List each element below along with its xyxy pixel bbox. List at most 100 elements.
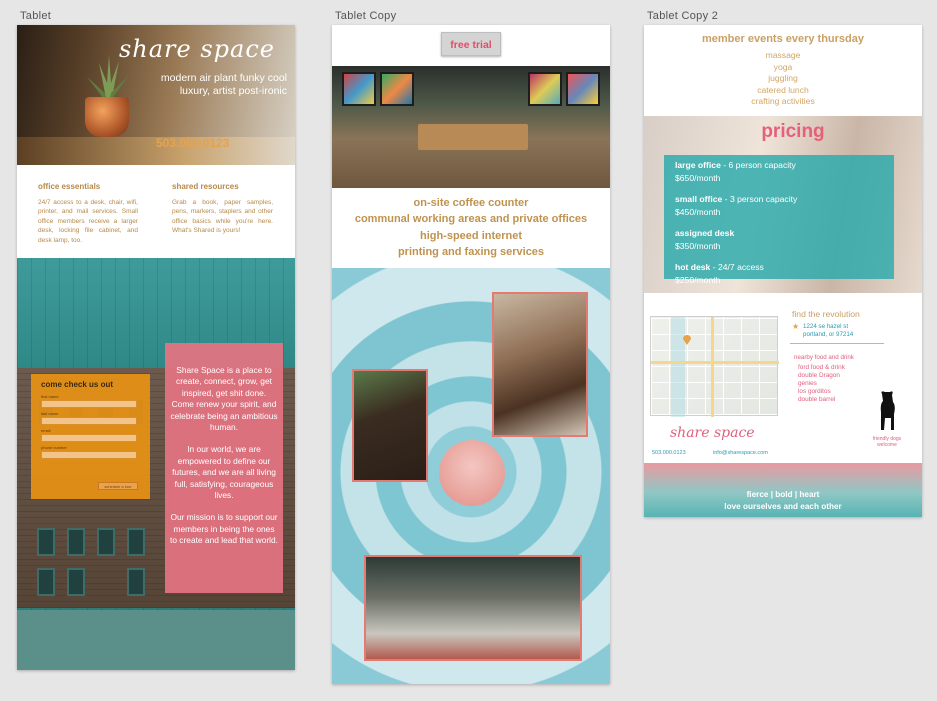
pricing-tier: assigned desk $350/month — [675, 227, 883, 253]
field-label: first name — [41, 394, 59, 399]
location-map[interactable] — [650, 316, 779, 417]
artboard-tablet-copy-2[interactable]: member events every thursday massage yog… — [644, 25, 922, 517]
event-item: massage — [765, 50, 801, 60]
schedule-tour-button[interactable]: schedule a tour — [98, 482, 138, 490]
field-label: last name — [41, 411, 59, 416]
map-road — [651, 361, 779, 364]
artboard-label-tablet-copy-2[interactable]: Tablet Copy 2 — [647, 10, 718, 22]
tier-price: $250/month — [675, 275, 721, 285]
map-pin-icon — [683, 335, 691, 345]
footer-logo[interactable]: share space — [670, 425, 755, 441]
office-photo — [332, 66, 610, 188]
conference-table — [418, 124, 528, 150]
wall-art — [528, 72, 562, 106]
tunnel-background — [332, 268, 610, 684]
tunnel-center — [439, 440, 505, 506]
tier-desc: 24/7 access — [717, 262, 764, 272]
wall-art — [566, 72, 600, 106]
pot-image — [85, 97, 129, 137]
footer-email[interactable]: info@sharespace.com — [713, 450, 768, 456]
pricing-title: pricing — [761, 121, 825, 142]
shared-resources-body: Grab a book, paper samples, pens, marker… — [172, 198, 273, 235]
free-trial-button[interactable]: free trial — [441, 32, 501, 56]
window — [127, 528, 145, 556]
phone-input[interactable] — [41, 451, 137, 459]
tagline: modern air plant funky cool luxury, arti… — [160, 72, 287, 97]
shared-resources-title: shared resources — [172, 182, 239, 191]
nearby-item[interactable]: genies — [798, 380, 845, 388]
wall-art — [342, 72, 376, 106]
field-label: email — [41, 428, 51, 433]
mission-statement: Share Space is a place to create, connec… — [165, 343, 283, 593]
artboard-label-tablet-copy[interactable]: Tablet Copy — [335, 10, 396, 22]
worker-photo — [492, 292, 588, 437]
tier-name: assigned desk — [675, 228, 735, 238]
tier-price: $650/month — [675, 173, 721, 183]
logo[interactable]: share space — [119, 35, 275, 63]
events-list: massage yoga juggling catered lunch craf… — [644, 50, 922, 108]
phone-number[interactable]: 503.000.0123 — [156, 136, 229, 150]
artboard-tablet-copy[interactable]: free trial on-site coffee counter commun… — [332, 25, 610, 684]
amenity-item: printing and faxing services — [397, 245, 545, 258]
mission-paragraph: In our world, we are empowered to define… — [172, 444, 276, 501]
nearby-item[interactable]: ford food & drink — [798, 364, 845, 372]
nearby-list: ford food & drink double Dragon genies l… — [798, 364, 845, 404]
pricing-box: large office - 6 person capacity $650/mo… — [664, 155, 894, 285]
mission-paragraph: Share Space is a place to create, connec… — [170, 365, 278, 433]
dogs-welcome-text: friendly dogs welcome — [864, 436, 910, 448]
artboard-label-tablet[interactable]: Tablet — [20, 10, 51, 22]
event-item: catered lunch — [757, 84, 809, 95]
tier-name: small office — [675, 194, 723, 204]
mission-paragraph: Our mission is to support our members in… — [170, 512, 279, 546]
amenity-item: on-site coffee counter — [413, 197, 529, 209]
window — [37, 528, 55, 556]
nearby-title: nearby food and drink — [794, 354, 854, 361]
address-line: portland, or 97214 — [803, 331, 854, 338]
window — [67, 528, 85, 556]
coffee-photo — [352, 369, 428, 482]
tier-price: $350/month — [675, 241, 721, 251]
footer-line: fierce | bold | heart — [746, 490, 820, 499]
amenity-item: high-speed internet — [419, 229, 523, 242]
nearby-item[interactable]: double Dragon — [798, 372, 845, 380]
first-name-input[interactable] — [41, 400, 137, 408]
window — [37, 568, 55, 596]
tier-desc: 3 person capacity — [729, 194, 798, 204]
pricing-tier: hot desk - 24/7 access $250/month — [675, 262, 764, 285]
dogs-line: welcome — [877, 442, 897, 448]
lounge-photo — [364, 555, 582, 661]
window — [67, 568, 85, 596]
find-title: find the revolution — [792, 309, 860, 319]
tier-desc: 6 person capacity — [728, 160, 796, 170]
map-water — [671, 317, 685, 417]
event-item: crafting activities — [751, 96, 815, 107]
amenities-list: on-site coffee counter communal working … — [332, 195, 610, 260]
last-name-input[interactable] — [41, 417, 137, 425]
field-label: phone number — [41, 445, 67, 450]
amenity-item: communal working areas and private offic… — [354, 213, 588, 226]
footer-image — [17, 610, 295, 670]
event-item: yoga — [773, 61, 793, 72]
artboard-tablet[interactable]: share space modern air plant funky cool … — [17, 25, 295, 670]
map-road — [711, 317, 714, 417]
nearby-item[interactable]: los gorditos — [798, 388, 845, 396]
form-title: come check us out — [41, 380, 114, 389]
shared-resources: shared resources Grab a book, paper samp… — [172, 182, 273, 236]
divider — [790, 343, 884, 344]
event-item: juggling — [768, 73, 798, 84]
email-input[interactable] — [41, 434, 137, 442]
address[interactable]: 1224 se hazel st portland, or 97214 — [803, 323, 853, 339]
pricing-tier: large office - 6 person capacity $650/mo… — [675, 160, 796, 183]
nearby-item[interactable]: double barrel — [798, 396, 845, 404]
tier-name: large office — [675, 160, 721, 170]
wall-art — [380, 72, 414, 106]
footer-phone[interactable]: 503.000.0123 — [652, 450, 686, 456]
office-essentials-title: office essentials — [38, 182, 101, 191]
star-icon: ★ — [792, 322, 800, 331]
tier-price: $450/month — [675, 207, 721, 217]
contact-form: come check us out first name last name e… — [31, 374, 150, 499]
office-essentials: office essentials 24/7 access to a desk,… — [38, 182, 138, 246]
window — [97, 528, 115, 556]
office-essentials-body: 24/7 access to a desk, chair, wifi, prin… — [38, 198, 138, 244]
window — [127, 568, 145, 596]
